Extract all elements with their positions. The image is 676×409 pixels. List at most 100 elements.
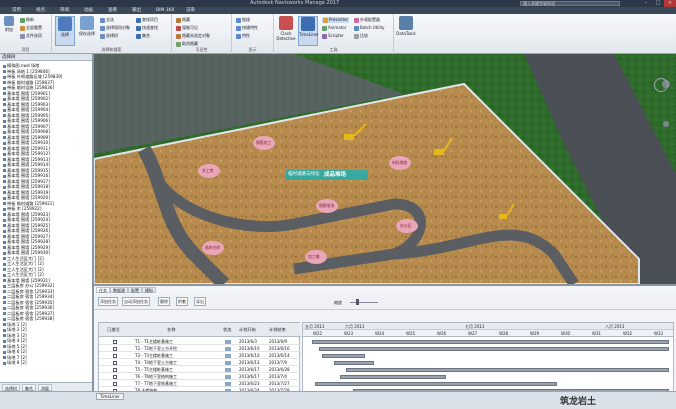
gantt-task-bar[interactable] — [340, 374, 446, 379]
layer-icon — [3, 356, 6, 359]
tab-view[interactable]: 查看 — [108, 7, 117, 14]
task-row[interactable]: T4 - T4地下室土方施工 2013/6/13 2013/7/9 — [99, 359, 301, 366]
task-active-checkbox[interactable] — [113, 353, 117, 358]
col-status[interactable]: 状态 — [223, 327, 231, 333]
clash-detective-button[interactable]: Clash Detective — [276, 16, 296, 46]
attach-button[interactable]: 附着 — [176, 297, 188, 306]
gantt-task-bar[interactable] — [334, 360, 375, 365]
col-planned-end[interactable]: 计划结束 — [269, 327, 286, 333]
animator-button[interactable]: Animator — [322, 25, 346, 31]
auto-add-tasks-button[interactable]: 自动添加任务 — [122, 297, 150, 306]
select-same-button[interactable]: 选择相同对象 — [100, 25, 130, 31]
append-button[interactable]: 附加 — [2, 16, 16, 46]
task-active-checkbox[interactable] — [113, 381, 117, 386]
gantt-task-bar[interactable] — [346, 367, 669, 372]
delete-task-button[interactable]: 删除 — [158, 297, 170, 306]
3d-viewport[interactable]: 临时道路与绿化 成品堆场 钢筋加工 木工房 材料堆放 钢筋堆场 办公区 临时仓库… — [94, 54, 676, 284]
tree-row-label: 二层板房 宿舍 [259938] — [7, 316, 55, 321]
export-button[interactable]: 导出 — [194, 297, 206, 306]
tab-review[interactable]: 审阅 — [60, 7, 69, 14]
col-planned-start[interactable]: 计划开始 — [239, 327, 256, 333]
layer-icon — [3, 350, 6, 354]
close-icon[interactable]: × — [664, 0, 676, 7]
hide-unselected-button[interactable]: 隐藏未选定对象 — [176, 33, 210, 39]
task-end: 2013/7/9 — [269, 360, 287, 365]
tab-configure[interactable]: 配置 — [128, 287, 142, 293]
tree-row[interactable]: 场地 8 [2] — [3, 360, 27, 366]
tab-tasks[interactable]: 任务 — [96, 287, 110, 293]
help-search-input[interactable]: 键入关键字或短语 — [520, 1, 620, 6]
batch-utility-button[interactable]: Batch Utility — [354, 25, 385, 31]
gantt-task-bar[interactable] — [312, 339, 669, 344]
layer-icon — [3, 147, 6, 150]
pink-label-6: 临时仓库 — [205, 245, 221, 250]
gantt-task-bar[interactable] — [315, 381, 558, 386]
properties-button[interactable]: 特性 — [236, 33, 250, 39]
task-active-checkbox[interactable] — [113, 367, 117, 372]
task-active-checkbox[interactable] — [113, 360, 117, 365]
zoom-slider[interactable] — [350, 302, 378, 303]
tab-measure[interactable]: 测量 — [38, 384, 52, 391]
selection-tree-button[interactable]: 选择树 — [100, 33, 118, 39]
quick-properties-button[interactable]: 快捷特性 — [236, 25, 258, 31]
require-button[interactable]: 强制可见 — [176, 25, 198, 31]
links-button[interactable]: 链接 — [236, 17, 250, 23]
tab-sets[interactable]: 集合 — [22, 384, 36, 391]
task-row[interactable]: T6 - T6地下室结构施工 2013/6/17 2013/7/4 — [99, 373, 301, 380]
zoom-slider-thumb[interactable] — [356, 299, 359, 305]
gantt-week-label: W24 — [375, 331, 385, 336]
col-active[interactable]: 已激活 — [107, 327, 120, 333]
select-all-button[interactable]: 全选 — [100, 17, 114, 23]
presenter-button[interactable]: Presenter — [322, 17, 350, 23]
sets-button[interactable]: 集合 — [136, 33, 150, 39]
hide-button[interactable]: 隐藏 — [176, 17, 190, 23]
tab-animation[interactable]: 动画 — [84, 7, 93, 14]
task-row[interactable]: T7 - T7地下室地基施工 2013/6/23 2013/7/27 — [99, 380, 301, 387]
task-active-checkbox[interactable] — [113, 346, 117, 351]
refresh-button[interactable]: 刷新 — [20, 17, 34, 23]
tree-row-label: 基本墙 围墙 [259929] — [7, 244, 50, 250]
tab-output[interactable]: 输出 — [132, 7, 141, 14]
task-name: T6 - T6地下室结构施工 — [135, 374, 177, 379]
gantt-task-bar[interactable] — [321, 353, 365, 358]
quick-find-button[interactable]: 快速查找 — [136, 25, 158, 31]
task-row[interactable]: T2 - T2地下室土方开挖 2013/6/10 2013/6/16 — [99, 345, 301, 352]
tab-timeliner-bottom[interactable]: TimeLiner — [96, 393, 124, 400]
task-status-icon — [225, 353, 231, 358]
timeliner-button[interactable]: TimeLiner — [298, 16, 319, 46]
task-active-checkbox[interactable] — [113, 374, 117, 379]
tab-data-sources[interactable]: 数据源 — [110, 287, 128, 293]
tree-row-label: 基本墙 围墙 [259906] — [7, 118, 50, 123]
task-end: 2013/6/28 — [269, 367, 290, 372]
minimize-icon[interactable]: – — [640, 0, 652, 7]
tab-home[interactable]: 常用 — [12, 7, 21, 14]
save-selection-button[interactable]: 保存选择 — [77, 16, 97, 46]
compare-button[interactable]: 比较 — [354, 33, 368, 39]
tree-row-label: 工人生活区大门 [2] — [7, 272, 44, 277]
task-row[interactable]: T5 - T5主楼桩基施工 2013/6/17 2013/6/28 — [99, 366, 301, 373]
viewcube-icon[interactable] — [654, 78, 668, 92]
tab-simulate[interactable]: 模拟 — [142, 287, 156, 293]
tab-viewpoint[interactable]: 视点 — [36, 7, 45, 14]
scripter-button[interactable]: Scripter — [322, 33, 344, 39]
task-row[interactable]: T3 - T3主楼桩基施工 2013/6/10 2013/6/14 — [99, 352, 301, 359]
layer-icon — [3, 251, 6, 255]
task-active-checkbox[interactable] — [113, 339, 117, 344]
task-row[interactable]: T1 - T1主楼桩基施工 2013/6/3 2013/6/9 — [99, 338, 301, 345]
maximize-icon[interactable]: □ — [652, 0, 664, 7]
col-name[interactable]: 名称 — [167, 327, 175, 333]
reset-all-button[interactable]: 全部重置 — [20, 25, 42, 31]
find-items-button[interactable]: 查找项目 — [136, 17, 158, 23]
tree-row-label: 基本墙 围墙 [259927] — [7, 233, 50, 239]
tab-bim360[interactable]: BIM 360 — [156, 7, 174, 14]
ribbon-group-display: 链接 快捷特性 特性 显示 — [232, 14, 274, 54]
appearance-profiler-button[interactable]: 外观配置器 — [354, 17, 380, 23]
tab-selection-tree[interactable]: 选择树 — [2, 384, 20, 391]
tab-render[interactable]: 渲染 — [186, 7, 195, 14]
select-button[interactable]: 选择 — [55, 16, 75, 46]
gantt-task-bar[interactable] — [318, 346, 669, 351]
layer-icon — [3, 290, 6, 293]
file-options-button[interactable]: 文件选项 — [20, 33, 42, 39]
datatools-button[interactable]: DataTools — [396, 16, 416, 46]
add-task-button[interactable]: 添加任务 — [98, 297, 118, 306]
